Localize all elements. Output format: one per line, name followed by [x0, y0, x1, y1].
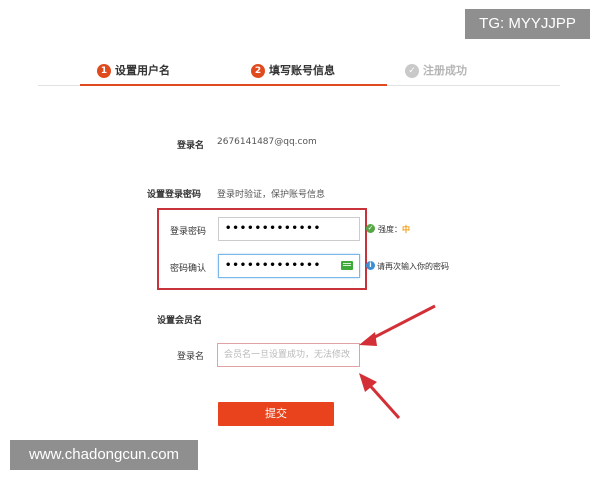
step-label: 注册成功: [423, 64, 467, 77]
strength-label: 强度：: [378, 225, 402, 234]
login-name-value: 2676141487@qq.com: [217, 137, 317, 147]
step-register-success: ✓ 注册成功: [405, 63, 467, 79]
keyboard-icon[interactable]: [341, 261, 353, 270]
step-fill-account-info: 2 填写账号信息: [251, 63, 335, 79]
confirm-label: 密码确认: [170, 264, 207, 274]
login-name-label: 登录名: [177, 141, 205, 151]
step-number: 2: [251, 64, 265, 78]
info-icon: i: [366, 261, 375, 270]
member-name-input[interactable]: 会员名一旦设置成功，无法修改: [217, 343, 360, 367]
confirm-hint: 请再次输入你的密码: [377, 262, 449, 271]
password-section-hint: 登录时验证，保护账号信息: [217, 190, 326, 200]
member-name-label: 登录名: [177, 352, 205, 362]
watermark-site: www.chadongcun.com: [10, 440, 198, 470]
submit-button[interactable]: 提交: [218, 402, 334, 426]
password-label: 登录密码: [170, 227, 207, 237]
step-progress-active: [80, 84, 387, 86]
arrow-icon: [359, 304, 436, 420]
member-section-title: 设置会员名: [157, 316, 203, 326]
watermark-telegram: TG: MYYJJPP: [465, 9, 590, 39]
step-label: 填写账号信息: [269, 64, 335, 77]
check-circle-icon: ✓: [366, 224, 375, 233]
step-label: 设置用户名: [115, 64, 170, 77]
password-input[interactable]: •••••••••••••: [218, 217, 360, 241]
password-section-title: 设置登录密码: [147, 190, 202, 200]
check-circle-icon: ✓: [405, 64, 419, 78]
strength-value: 中: [402, 225, 410, 234]
step-number: 1: [97, 64, 111, 78]
step-set-username: 1 设置用户名: [97, 63, 170, 79]
confirm-password-input[interactable]: •••••••••••••: [218, 254, 360, 278]
password-strength: 强度：中: [378, 224, 410, 235]
